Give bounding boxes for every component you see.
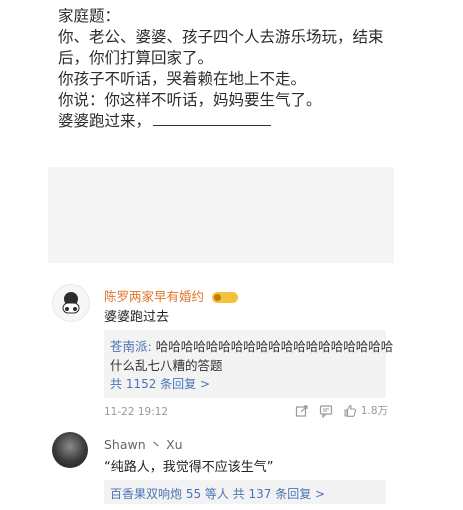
post-line-text: 婆婆跑过来， — [58, 112, 152, 130]
share-icon[interactable] — [295, 403, 309, 417]
comment: Shawn 丶 Xu “纯路人，我觉得不应该生气” 百香果双响炮 55 等人 共… — [50, 428, 396, 506]
reply-summary-box[interactable]: 百香果双响炮 55 等人 共 137 条回复 > — [104, 480, 386, 504]
comment-actions: 1.8万 — [295, 402, 388, 419]
comment-author[interactable]: Shawn 丶 Xu — [104, 434, 183, 453]
post-text: 家庭题： 你、老公、婆婆、孩子四个人去游乐场玩，结束 后，你们打算回家了。 你孩… — [58, 6, 398, 132]
comment-text: 婆婆跑过去 — [104, 310, 170, 325]
comment-icon[interactable] — [319, 403, 333, 419]
post-line: 你、老公、婆婆、孩子四个人去游乐场玩，结束 — [58, 28, 384, 46]
post-line-with-blank: 婆婆跑过来， — [58, 111, 398, 132]
comment-text: “纯路人，我觉得不应该生气” — [104, 460, 274, 475]
comment-author[interactable]: 陈罗两家早有婚约 — [104, 286, 238, 305]
reply-text-continued: 什么乱七八糟的答题 — [110, 358, 223, 373]
post-line: 你孩子不听话，哭着赖在地上不走。 — [58, 70, 307, 88]
post-line: 家庭题： — [58, 7, 121, 25]
reply-user[interactable]: 苍南派: — [110, 339, 152, 354]
reply-box[interactable]: 苍南派: 哈哈哈哈哈哈哈哈哈哈哈哈哈哈哈哈哈哈哈 什么乱七八糟的答题 共 115… — [104, 330, 393, 398]
more-replies-link[interactable]: 共 1152 条回复 > — [110, 375, 210, 392]
comment: 陈罗两家早有婚约 婆婆跑过去 苍南派: 哈哈哈哈哈哈哈哈哈哈哈哈哈哈哈哈哈哈哈 … — [50, 280, 396, 420]
fill-in-blank — [153, 111, 272, 126]
author-name[interactable]: 陈罗两家早有婚约 — [104, 289, 204, 304]
post-line: 你说：你这样不听话，妈妈要生气了。 — [58, 91, 322, 109]
avatar-illustration-icon — [62, 292, 80, 314]
avatar[interactable] — [52, 284, 90, 322]
reply-summary-link[interactable]: 百香果双响炮 55 等人 共 137 条回复 > — [110, 485, 325, 502]
user-badge-icon — [212, 292, 238, 303]
reply-line: 苍南派: 哈哈哈哈哈哈哈哈哈哈哈哈哈哈哈哈哈哈哈 — [110, 336, 393, 355]
reply-text: 哈哈哈哈哈哈哈哈哈哈哈哈哈哈哈哈哈哈哈 — [155, 339, 394, 354]
comment-timestamp: 11-22 19:12 — [104, 406, 169, 418]
media-placeholder — [48, 167, 394, 263]
like-icon[interactable] — [343, 403, 357, 417]
avatar[interactable] — [52, 432, 88, 468]
weibo-screenshot: 家庭题： 你、老公、婆婆、孩子四个人去游乐场玩，结束 后，你们打算回家了。 你孩… — [0, 0, 463, 510]
post-line: 后，你们打算回家了。 — [58, 49, 214, 67]
like-count: 1.8万 — [360, 404, 388, 417]
